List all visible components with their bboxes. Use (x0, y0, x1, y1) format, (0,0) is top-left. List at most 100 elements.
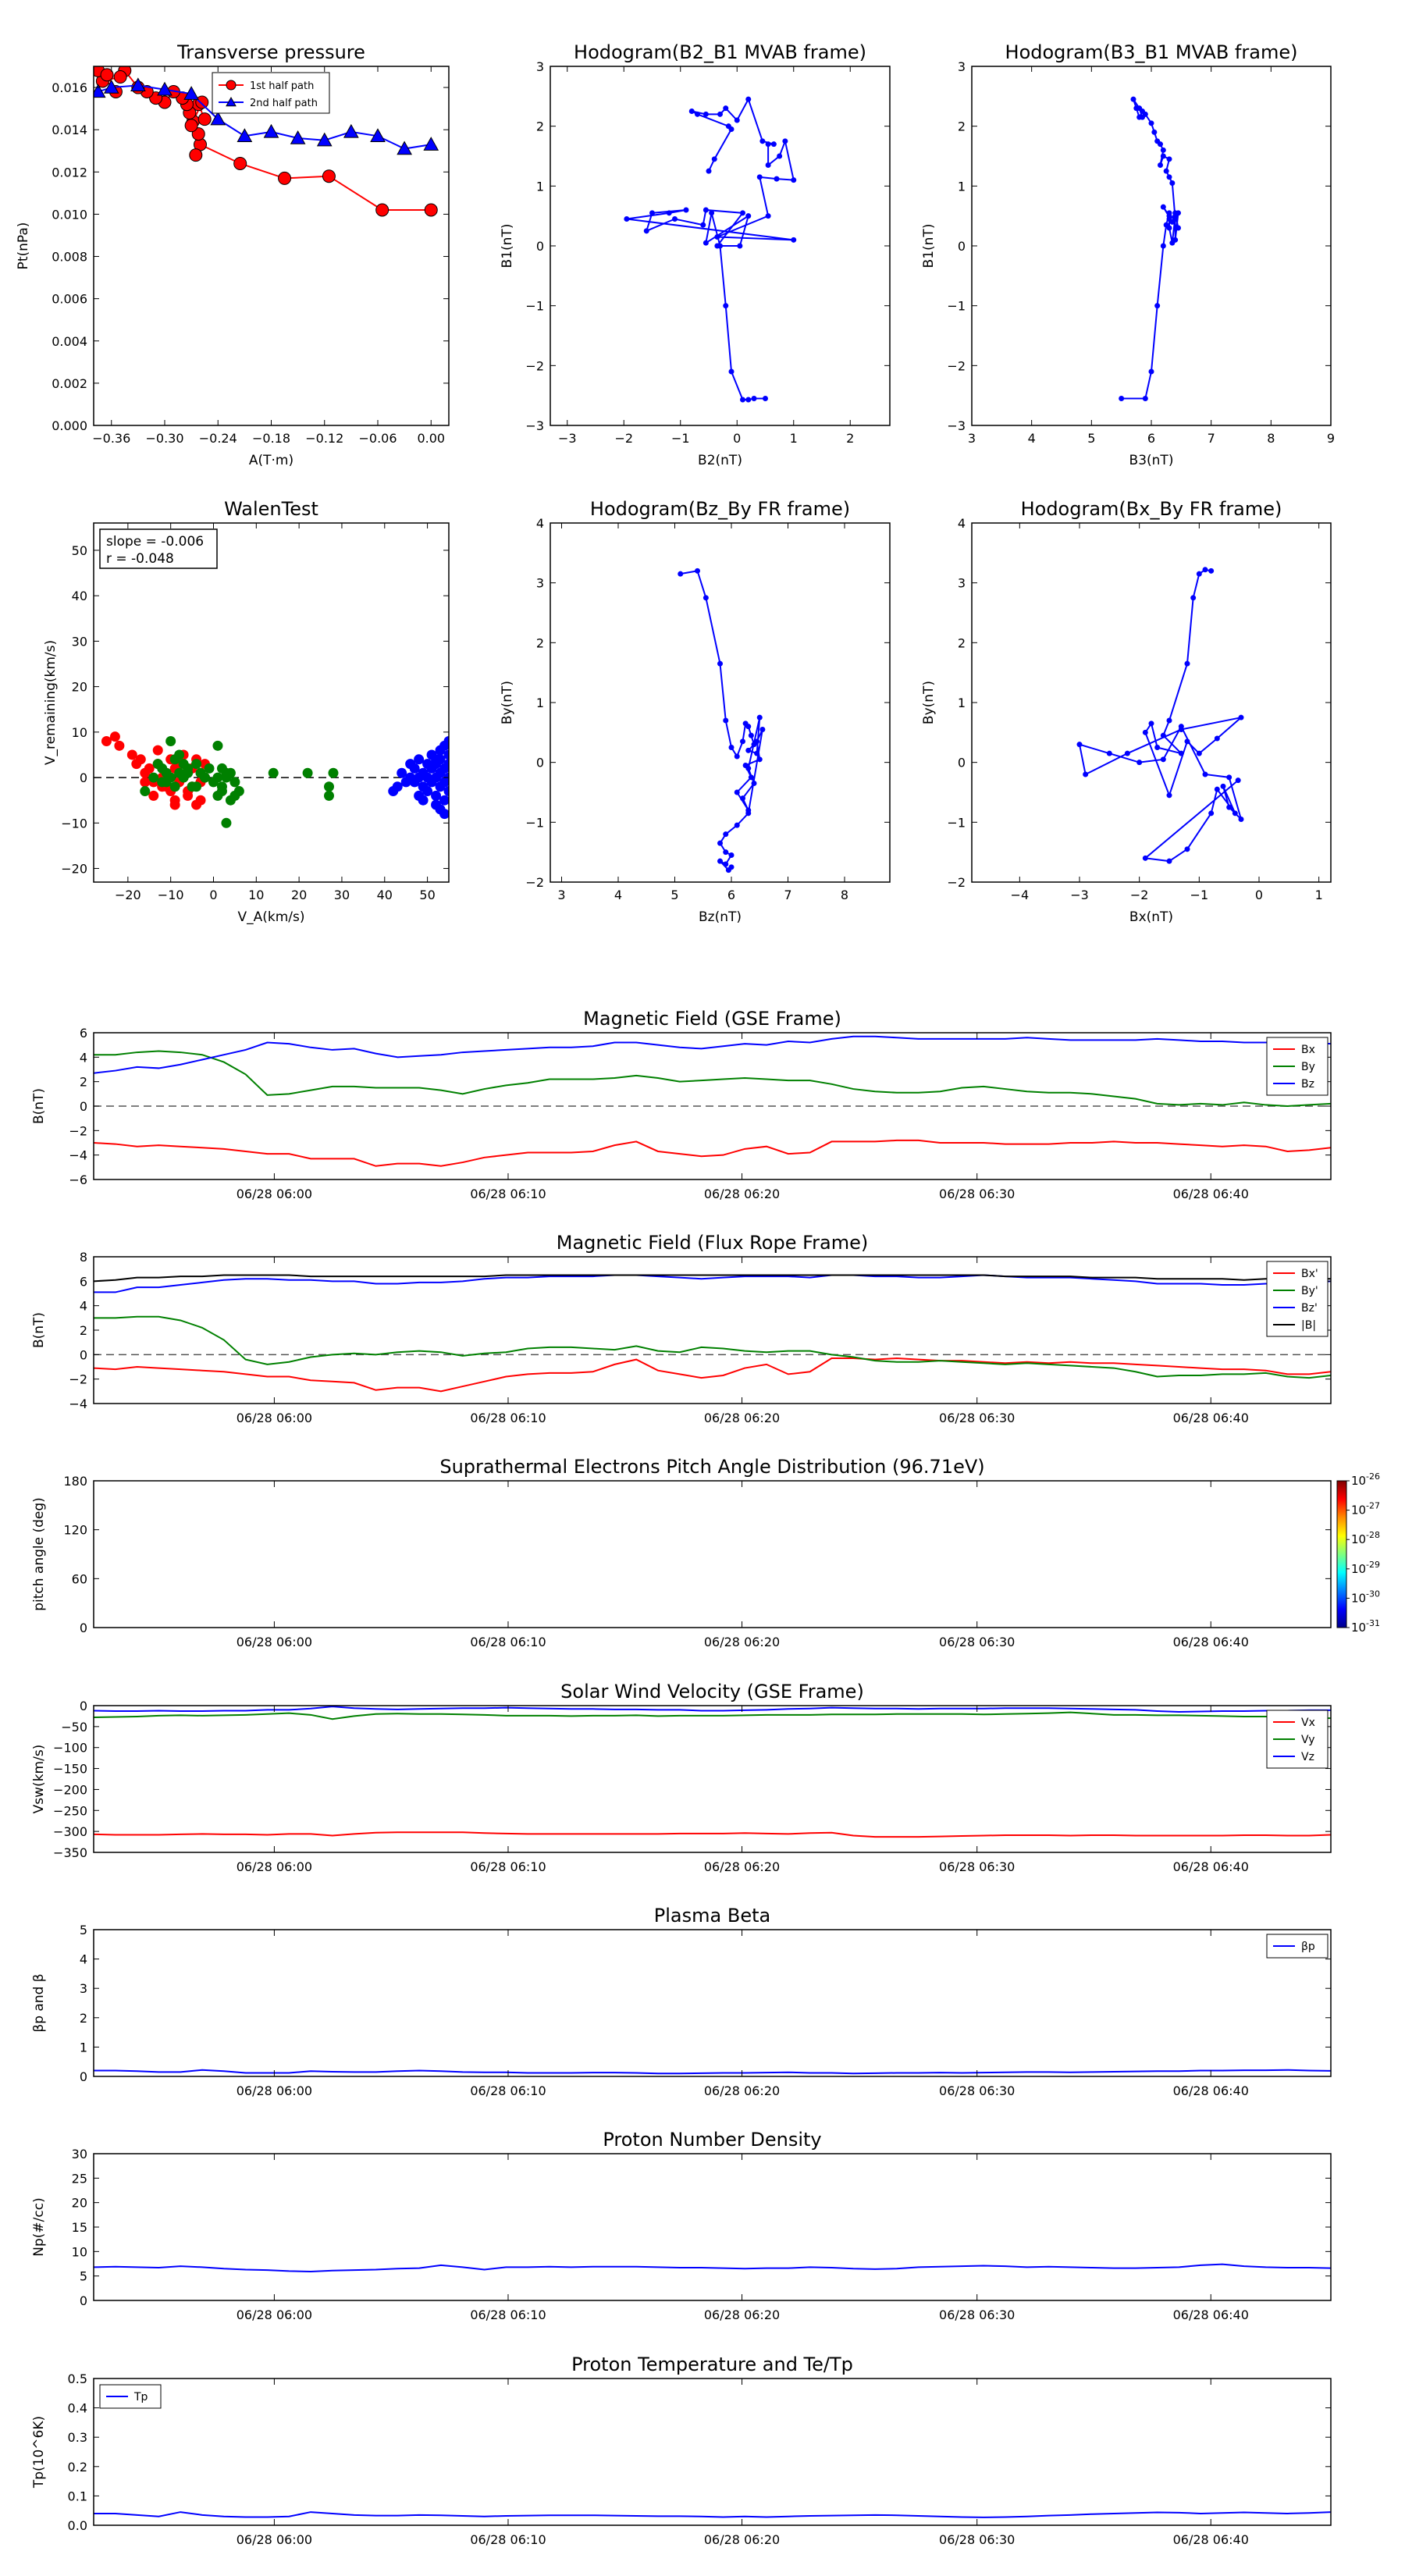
y-tick-label: 180 (63, 1474, 87, 1489)
plot-area-7 (94, 1274, 1331, 1393)
x-tick-label: 2 (846, 431, 854, 446)
data-point (191, 781, 202, 792)
data-point (745, 724, 752, 730)
y-tick-label: −3 (525, 418, 544, 433)
x-tick-label: 06/28 06:40 (1173, 2307, 1249, 2322)
x-tick-label: 06/28 06:10 (470, 1411, 546, 1425)
panel-title: Hodogram(B3_B1 MVAB frame) (1005, 41, 1298, 63)
x-tick-label: 6 (1147, 431, 1155, 446)
y-tick-label: −50 (61, 1720, 87, 1735)
data-point (1130, 96, 1136, 102)
data-point (114, 740, 125, 751)
legend-label: Bz (1301, 1078, 1314, 1091)
y-axis-label: B(nT) (31, 1312, 47, 1348)
x-tick-label: 7 (784, 888, 791, 902)
data-point (702, 207, 709, 213)
data-point (212, 790, 223, 801)
data-point (695, 111, 700, 117)
data-point (700, 222, 706, 228)
x-tick-label: −2 (1130, 888, 1149, 902)
y-tick-label: 0 (536, 239, 544, 254)
data-point (1142, 396, 1148, 401)
data-point (782, 138, 788, 144)
panel-title: Magnetic Field (Flux Rope Frame) (557, 1232, 868, 1254)
axes-frame-11 (93, 2153, 1332, 2301)
x-tick-label: 06/28 06:40 (1173, 1635, 1249, 1649)
figure-canvas: Transverse pressure−0.36 −0.30 −0.24 −0.18−… (16, 41, 1380, 2547)
legend-label: Bz' (1301, 1302, 1318, 1315)
data-point (672, 216, 678, 222)
data-point (706, 168, 712, 174)
x-tick-label: −20 (115, 888, 141, 902)
data-point (756, 756, 763, 763)
x-tick-label: 06/28 06:40 (1173, 1859, 1249, 1874)
y-tick-label: 1 (958, 696, 966, 710)
data-point (1140, 114, 1145, 120)
data-point (734, 117, 740, 123)
x-tick-label: 7 (1208, 431, 1215, 446)
data-point (221, 817, 232, 828)
data-point (748, 732, 754, 738)
y-tick-label: 20 (72, 2196, 87, 2211)
y-tick-label: 60 (72, 1571, 87, 1586)
x-tick-label: 10 (248, 888, 264, 902)
y-axis-label: By(nT) (500, 681, 515, 724)
y-tick-label: 4 (80, 1299, 87, 1314)
colorbar-tick-exponent: -31 (1366, 1618, 1380, 1628)
y-tick-label: −6 (69, 1172, 87, 1187)
data-point (1226, 774, 1232, 781)
data-point (751, 396, 757, 401)
data-point (723, 717, 729, 724)
data-point (169, 799, 180, 810)
x-tick-label: 3 (968, 431, 976, 446)
data-point (1166, 858, 1172, 864)
x-tick-label: 06/28 06:10 (470, 2307, 546, 2322)
data-point (1202, 567, 1208, 573)
data-point (423, 137, 439, 151)
series-line (94, 1050, 1331, 1108)
y-tick-label: 0.008 (52, 250, 87, 265)
x-tick-label: 0 (209, 888, 217, 902)
data-point (723, 303, 729, 309)
data-point (216, 781, 227, 792)
y-tick-label: 0.1 (68, 2489, 87, 2503)
plot-area-12 (94, 2511, 1331, 2518)
y-tick-label: 20 (72, 680, 87, 695)
data-point (1232, 810, 1238, 817)
data-point (1154, 303, 1161, 309)
data-point (1166, 225, 1172, 231)
data-point (1151, 129, 1158, 135)
data-point (754, 750, 760, 756)
slope-annotation: slope = -0.006 (106, 534, 204, 550)
series-line (94, 1711, 1331, 1720)
x-tick-label: 06/28 06:30 (939, 2307, 1015, 2322)
y-tick-label: 0 (80, 1699, 87, 1713)
y-tick-label: 0.012 (52, 165, 87, 180)
y-tick-label: 0 (80, 1099, 87, 1114)
data-point (1166, 792, 1172, 799)
data-point (1163, 168, 1169, 174)
data-point (723, 105, 729, 112)
panel-title: Hodogram(Bx_By FR frame) (1021, 498, 1282, 520)
data-point (1196, 571, 1202, 577)
x-tick-label: 06/28 06:10 (470, 2532, 546, 2547)
colorbar-tick-exponent: -29 (1366, 1560, 1380, 1570)
x-tick-label: 06/28 06:00 (237, 1187, 312, 1201)
series-line (94, 2511, 1331, 2518)
data-point (740, 397, 745, 403)
panel-title: WalenTest (224, 498, 318, 520)
data-point (649, 210, 655, 216)
y-tick-label: 0.4 (68, 2401, 87, 2416)
y-tick-label: 5 (80, 1923, 87, 1937)
y-axis-label: B1(nT) (921, 224, 937, 269)
data-point (737, 243, 743, 249)
data-point (1119, 396, 1125, 401)
data-point (1160, 243, 1166, 249)
y-tick-label: −2 (947, 875, 966, 890)
legend-label: By' (1301, 1285, 1318, 1297)
legend-label: |B| (1301, 1319, 1316, 1332)
y-tick-label: −150 (53, 1762, 87, 1777)
y-tick-label: 4 (80, 1952, 87, 1967)
x-tick-label: 50 (419, 888, 435, 902)
data-point (754, 738, 760, 745)
